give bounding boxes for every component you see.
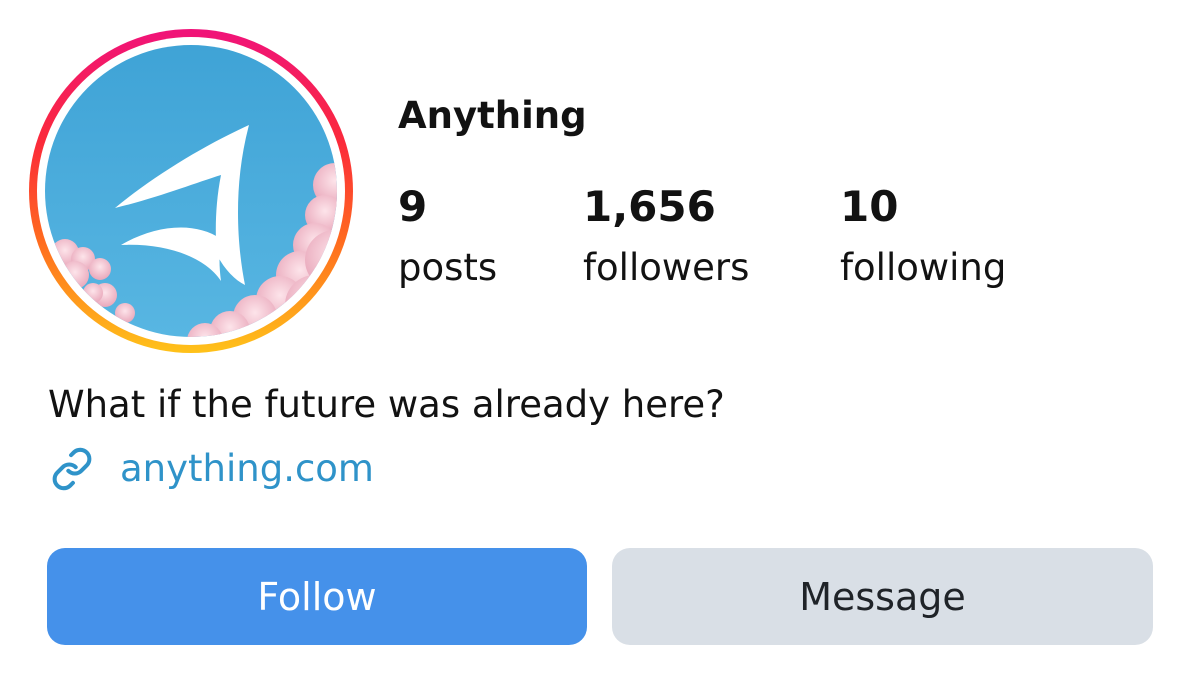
stat-posts-label: posts — [398, 246, 498, 289]
profile-website-link[interactable]: anything.com — [120, 444, 374, 494]
avatar-logo-image — [45, 45, 337, 337]
profile-link-row[interactable]: anything.com — [48, 444, 374, 494]
message-button[interactable]: Message — [612, 548, 1153, 645]
stat-followers-label: followers — [583, 246, 750, 289]
stat-following-label: following — [840, 246, 1007, 289]
stat-posts-value: 9 — [398, 182, 428, 231]
stat-followers[interactable]: 1,656 followers — [583, 180, 749, 292]
profile-username: Anything — [398, 94, 587, 137]
follow-button[interactable]: Follow — [47, 548, 587, 645]
stat-following-value: 10 — [840, 182, 899, 231]
link-icon — [48, 445, 96, 493]
profile-bio: What if the future was already here? — [48, 383, 725, 426]
avatar-story-ring[interactable] — [29, 29, 353, 353]
stat-following[interactable]: 10 following — [840, 180, 1006, 292]
avatar[interactable] — [45, 45, 337, 337]
stat-posts[interactable]: 9 posts — [398, 180, 497, 292]
stat-followers-value: 1,656 — [583, 182, 716, 231]
